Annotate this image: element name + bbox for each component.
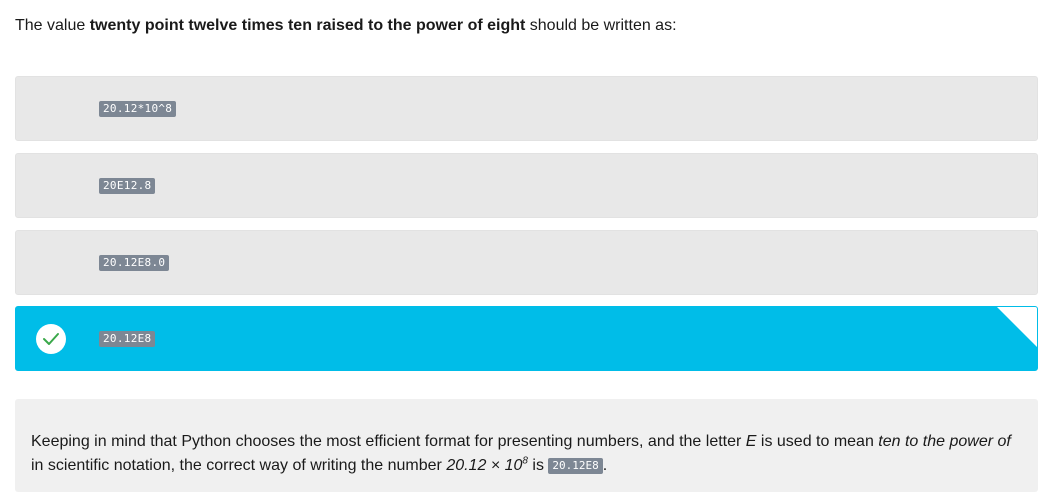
option-code: 20E12.8 bbox=[99, 177, 156, 194]
option-code: 20.12E8 bbox=[99, 330, 156, 347]
explanation-number: 20.12 × 108 bbox=[446, 456, 528, 474]
answer-option-4-correct[interactable]: 20.12E8 bbox=[15, 306, 1038, 371]
number-base: 20.12 × 10 bbox=[446, 457, 523, 474]
explanation-phrase: ten to the power of bbox=[878, 433, 1011, 450]
check-icon bbox=[36, 323, 66, 354]
answer-option-2[interactable]: 20E12.8 bbox=[15, 153, 1038, 218]
option-code: 20.12*10^8 bbox=[99, 100, 177, 117]
question-bold-value: twenty point twelve times ten raised to … bbox=[89, 17, 526, 34]
option-code: 20.12E8.0 bbox=[99, 254, 170, 271]
answer-option-3[interactable]: 20.12E8.0 bbox=[15, 230, 1038, 295]
explanation-letter: E bbox=[745, 433, 757, 450]
corner-flag-icon bbox=[996, 307, 1037, 348]
explanation-panel: Keeping in mind that Python chooses the … bbox=[15, 399, 1038, 492]
explanation-text: Keeping in mind that Python chooses the … bbox=[31, 433, 746, 450]
explanation-text: in scientific notation, the correct way … bbox=[31, 457, 447, 474]
explanation-text: is used to mean bbox=[756, 433, 879, 450]
explanation-answer-code: 20.12E8 bbox=[548, 458, 603, 474]
question-text: The value twenty point twelve times ten … bbox=[15, 16, 677, 36]
explanation-text: . bbox=[602, 457, 608, 474]
answer-option-1[interactable]: 20.12*10^8 bbox=[15, 76, 1038, 141]
question-prefix: The value bbox=[15, 17, 90, 34]
explanation-text: is bbox=[527, 457, 549, 474]
question-suffix: should be written as: bbox=[525, 17, 677, 34]
